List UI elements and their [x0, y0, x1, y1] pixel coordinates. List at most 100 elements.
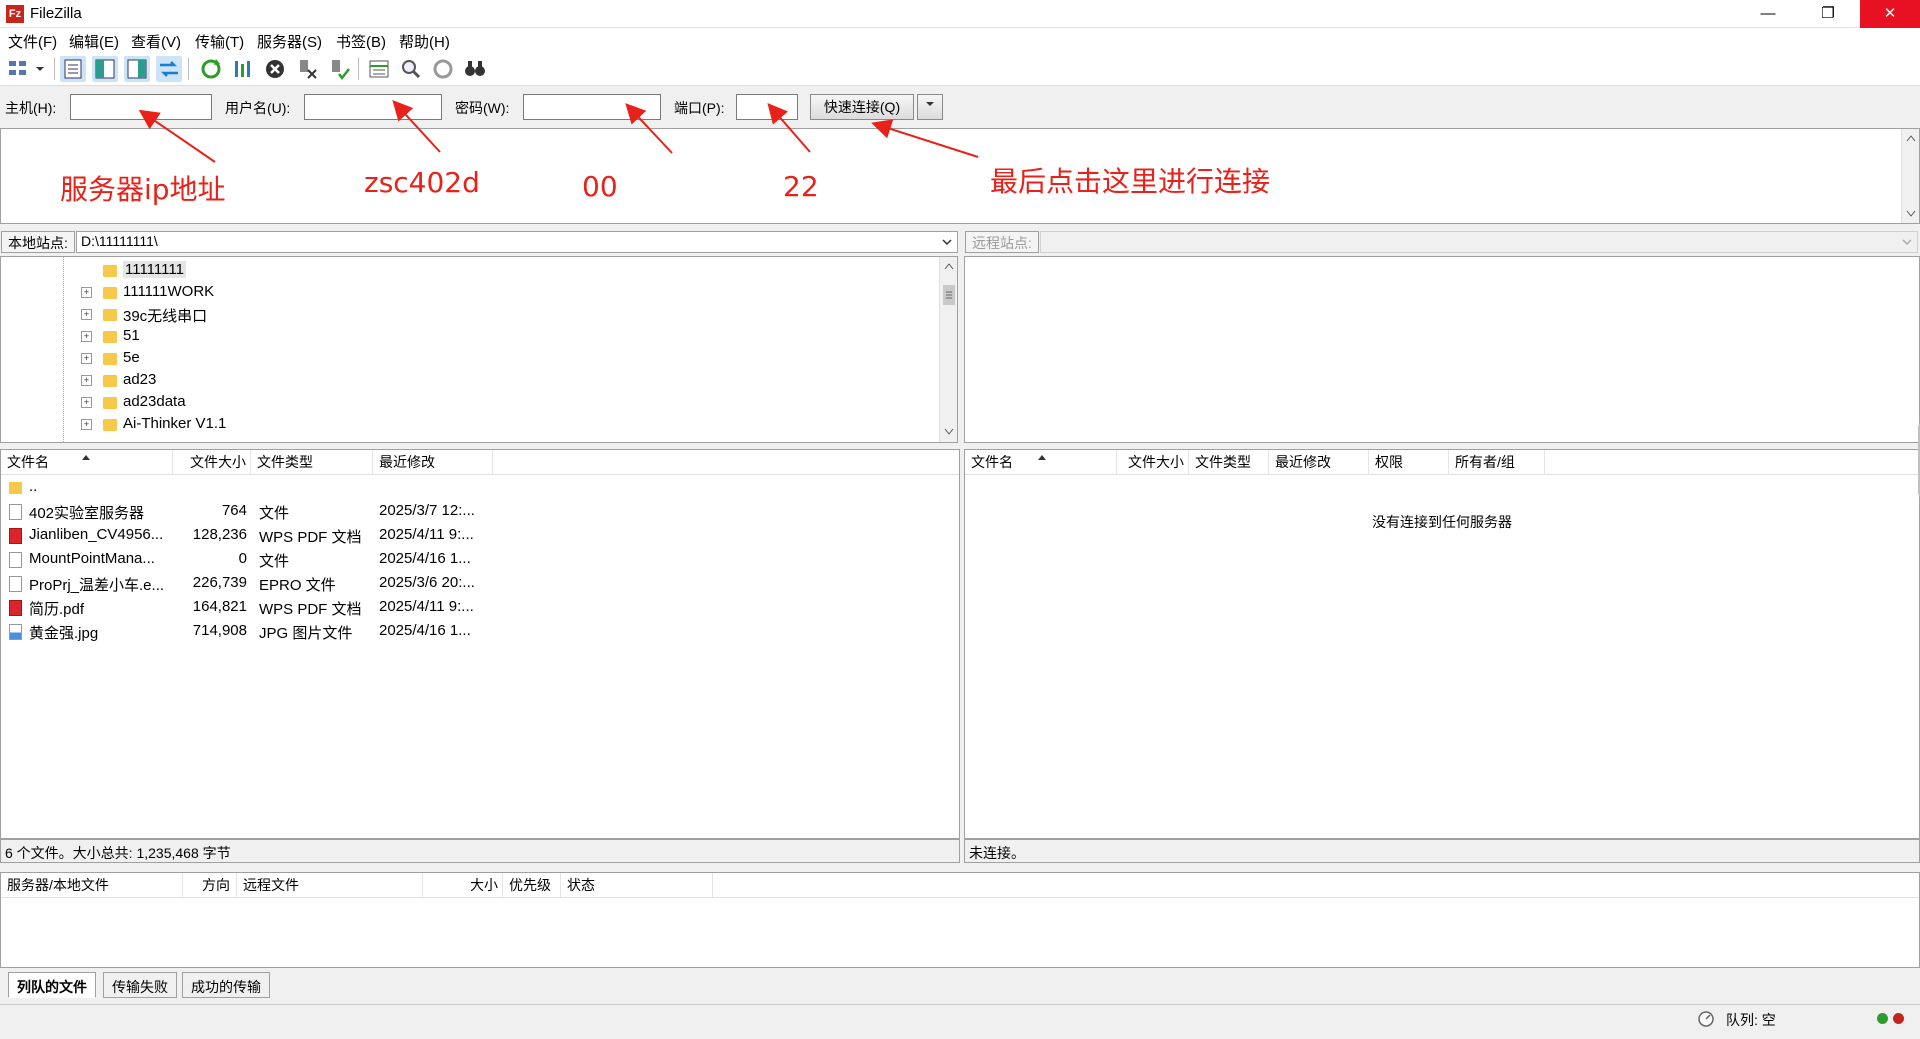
column-owner-group[interactable]: 所有者/组 — [1449, 450, 1545, 474]
tree-item[interactable]: + ad23 — [81, 370, 341, 392]
tree-item[interactable]: + 5e — [81, 348, 341, 370]
column-filesize[interactable]: 文件大小 — [1117, 450, 1189, 474]
file-modified: 2025/3/6 20:... — [379, 574, 475, 591]
folder-icon — [103, 331, 117, 343]
remote-site-bar: 远程站点: — [964, 228, 1920, 256]
chevron-down-icon — [1902, 239, 1912, 246]
file-modified: 2025/4/16 1... — [379, 550, 471, 567]
file-type: 文件 — [259, 553, 290, 570]
file-name: MountPointMana... — [29, 550, 155, 567]
tab-successful-transfers[interactable]: 成功的传输 — [182, 972, 270, 998]
folder-icon — [103, 375, 117, 387]
file-row[interactable]: ProPrj_温差小车.e... 226,739 EPRO 文件 2025/3/6 2… — [1, 572, 959, 596]
tree-item-label: 51 — [123, 327, 140, 344]
tree-item[interactable]: + ad23data — [81, 392, 341, 414]
expand-icon[interactable]: + — [81, 309, 92, 320]
file-size: 0 — [238, 550, 247, 567]
column-status[interactable]: 状态 — [561, 873, 713, 897]
remote-site-label: 远程站点: — [965, 231, 1039, 253]
file-row[interactable]: MountPointMana... 0 文件 2025/4/16 1... — [1, 548, 959, 572]
local-file-list-header: 文件名 文件大小 文件类型 最近修改 — [1, 450, 959, 475]
remote-file-list-header: 文件名 文件大小 文件类型 最近修改 权限 所有者/组 — [965, 450, 1919, 475]
expand-icon[interactable]: + — [81, 331, 92, 342]
file-icon — [9, 504, 22, 520]
expand-icon[interactable]: + — [81, 397, 92, 408]
file-type: WPS PDF 文档 — [259, 601, 362, 618]
annotation-port: 22 — [783, 170, 819, 203]
column-filename-label: 文件名 — [971, 454, 1013, 470]
file-icon — [9, 552, 22, 568]
column-filesize[interactable]: 文件大小 — [173, 450, 251, 474]
expand-icon[interactable]: + — [81, 419, 92, 430]
tree-item[interactable]: + 39c无线串口 — [81, 304, 341, 326]
expand-icon[interactable]: + — [81, 287, 92, 298]
file-row[interactable]: 黄金强.jpg 714,908 JPG 图片文件 2025/4/16 1... — [1, 620, 959, 644]
file-name: .. — [29, 478, 38, 495]
file-row[interactable]: 402实验室服务器 764 文件 2025/3/7 12:... — [1, 500, 959, 524]
folder-icon — [9, 482, 22, 494]
folder-icon — [103, 419, 117, 431]
transfer-queue: 服务器/本地文件 方向 远程文件 大小 优先级 状态 — [0, 872, 1920, 968]
expand-icon[interactable]: + — [81, 375, 92, 386]
annotation-host: 服务器ip地址 — [60, 173, 226, 206]
remote-path-combo[interactable] — [1040, 231, 1918, 253]
empty-list-message: 没有连接到任何服务器 — [1372, 514, 1512, 530]
tree-item[interactable]: + 111111WORK — [81, 282, 341, 304]
local-site-label: 本地站点: — [1, 231, 75, 253]
column-filetype[interactable]: 文件类型 — [251, 450, 373, 474]
queue-speed-icon — [1698, 1011, 1714, 1027]
local-path-combo[interactable]: D:\11111111\ — [76, 231, 958, 253]
file-modified: 2025/3/7 12:... — [379, 502, 475, 519]
local-path-value: D:\11111111\ — [81, 233, 158, 249]
image-file-icon — [9, 624, 22, 640]
annotation-arrow-port — [767, 102, 811, 153]
column-permissions[interactable]: 权限 — [1369, 450, 1449, 474]
remote-status: 未连接。 — [964, 839, 1920, 863]
column-modified[interactable]: 最近修改 — [373, 450, 493, 474]
file-row[interactable]: .. — [1, 476, 959, 500]
column-priority[interactable]: 优先级 — [503, 873, 561, 897]
annotation-arrow-password — [625, 103, 673, 154]
local-tree-scrollbar[interactable] — [939, 257, 957, 442]
tree-item-label: Ai-Thinker V1.1 — [123, 415, 227, 432]
column-filename[interactable]: 文件名 — [1, 450, 173, 474]
tree-item-label: 11111111 — [123, 261, 186, 278]
folder-icon — [103, 265, 117, 277]
tree-item[interactable]: + 51 — [81, 326, 341, 348]
folder-icon — [103, 397, 117, 409]
queue-header: 服务器/本地文件 方向 远程文件 大小 优先级 状态 — [1, 873, 1919, 898]
file-name: 黄金强.jpg — [29, 625, 99, 642]
local-directory-tree: 11111111 + 111111WORK + 39c无线串口 + 51 + 5… — [0, 256, 958, 443]
download-led-icon — [1893, 1013, 1904, 1024]
column-filename[interactable]: 文件名 — [965, 450, 1117, 474]
file-type: WPS PDF 文档 — [259, 529, 362, 546]
tab-queued-files[interactable]: 列队的文件 — [8, 972, 96, 998]
tree-item[interactable]: 11111111 — [81, 260, 301, 282]
column-remote-file[interactable]: 远程文件 — [237, 873, 423, 897]
file-row[interactable]: 简历.pdf 164,821 WPS PDF 文档 2025/4/11 9:... — [1, 596, 959, 620]
tree-item-label: 111111WORK — [123, 283, 215, 300]
column-size[interactable]: 大小 — [423, 873, 503, 897]
file-type: EPRO 文件 — [259, 577, 336, 594]
file-modified: 2025/4/16 1... — [379, 622, 471, 639]
column-filetype[interactable]: 文件类型 — [1189, 450, 1269, 474]
chevron-down-icon — [942, 239, 952, 246]
queue-status-label: 队列: 空 — [1726, 1012, 1776, 1028]
remote-file-list: 文件名 文件大小 文件类型 最近修改 权限 所有者/组 没有连接到任何服务器 — [964, 422, 1920, 839]
file-type: JPG 图片文件 — [259, 625, 353, 642]
local-file-list: 文件名 文件大小 文件类型 最近修改 .. 402实验室服务器 764 文件 2025/… — [0, 449, 960, 839]
tree-item-label: 5e — [123, 349, 140, 366]
file-row[interactable]: Jianliben_CV4956... 128,236 WPS PDF 文档 2025… — [1, 524, 959, 548]
file-size: 128,236 — [192, 526, 247, 543]
file-name: Jianliben_CV4956... — [29, 526, 164, 543]
file-modified: 2025/4/11 9:... — [379, 598, 474, 615]
expand-icon[interactable]: + — [81, 353, 92, 364]
file-size: 764 — [221, 502, 247, 519]
column-direction[interactable]: 方向 — [183, 873, 237, 897]
tree-item[interactable]: + Ai-Thinker V1.1 — [81, 414, 341, 436]
column-server-local-file[interactable]: 服务器/本地文件 — [1, 873, 183, 897]
tab-failed-transfers[interactable]: 传输失败 — [103, 972, 177, 998]
sort-ascending-icon — [82, 455, 90, 460]
annotation-connect: 最后点击这里进行连接 — [990, 165, 1271, 198]
column-modified[interactable]: 最近修改 — [1269, 450, 1369, 474]
